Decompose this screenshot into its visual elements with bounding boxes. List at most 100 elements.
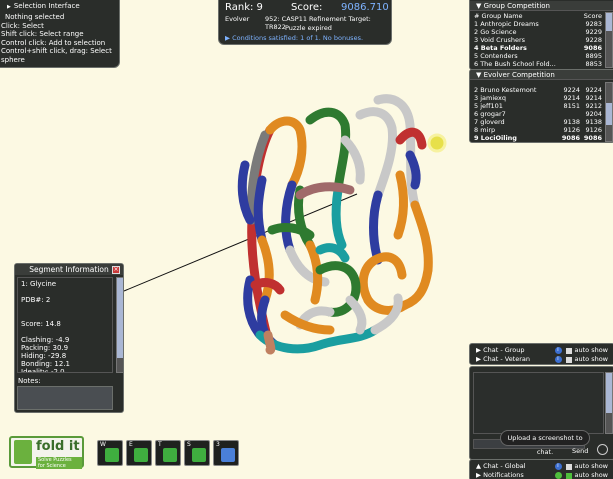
chat-scrollbar[interactable] [605, 372, 613, 434]
auto-show-label: auto show [574, 346, 609, 354]
group-score: 8853 [585, 60, 602, 68]
score-label: Score: [291, 2, 323, 13]
evolver-name: 8 mirp [474, 126, 496, 134]
shake-tool-button[interactable]: E [126, 440, 152, 466]
evolver-name: 6 grogar7 [474, 110, 506, 118]
tool-icon [163, 448, 177, 462]
tool-shortcut-key: T [158, 441, 162, 448]
group-competition-header[interactable]: ▼ Group Competition [470, 1, 613, 11]
evolver-row[interactable]: 9 LociOiling 9086 9086 [474, 134, 602, 142]
wiggle-tool-button[interactable]: W [97, 440, 123, 466]
group-row[interactable]: 3 Void Crushers 9228 [474, 36, 602, 44]
segment-info-line: Hiding: -29.8 [21, 352, 67, 360]
evolver-name: 2 Bruno Kestemont [474, 86, 537, 94]
segment-info-line [21, 288, 109, 296]
notifications-row[interactable]: ▶ Notifications auto show [476, 471, 608, 479]
info-icon[interactable]: i [554, 347, 562, 354]
info-icon[interactable]: i [554, 356, 562, 363]
segment-info-line: 1: Glycine [21, 280, 57, 288]
tool-icon [221, 448, 235, 462]
segment-info-line [21, 328, 109, 336]
scrollbar-thumb[interactable] [606, 13, 612, 31]
group-scrollbar[interactable] [605, 12, 613, 68]
notification-status-icon[interactable] [554, 472, 562, 479]
select-tool-button[interactable]: S [184, 440, 210, 466]
auto-show-checkbox[interactable] [565, 356, 572, 363]
group-name: 2 Go Science [474, 28, 517, 36]
evolver-scrollbar[interactable] [605, 82, 613, 142]
auto-show-label: auto show [574, 462, 609, 470]
info-icon[interactable]: i [554, 463, 562, 470]
scrollbar-thumb[interactable] [606, 373, 612, 413]
collapse-triangle-icon: ▼ [476, 71, 484, 79]
evolver-competition-header[interactable]: ▼ Evolver Competition [470, 70, 613, 80]
evolver-competition-panel: ▼ Evolver Competition 2 Bruno Kestemont 9… [469, 69, 613, 143]
conditions-status[interactable]: ▶ Conditions satisfied: 1 of 1. No bonus… [225, 34, 363, 42]
tweak-tool-button[interactable]: T [155, 440, 181, 466]
move-tool-button[interactable]: 3 [213, 440, 239, 466]
segment-info-line: Ideality: -2.0 [21, 368, 65, 373]
selection-interface-header[interactable]: ▶ Selection Interface [0, 0, 119, 11]
evolver-name: 9 LociOiling [474, 134, 517, 142]
notes-field[interactable] [17, 386, 113, 410]
group-competition-title: Group Competition [483, 2, 550, 10]
scrollbar-thumb[interactable] [606, 103, 612, 125]
scrollbar-thumb[interactable] [117, 278, 123, 358]
tool-shortcut-key: 3 [216, 441, 220, 448]
group-score: 9086 [583, 44, 602, 52]
chat-group-row[interactable]: ▶ Chat - Group i auto show [476, 346, 608, 355]
evolver-best-score: 9126 [585, 126, 602, 134]
close-icon[interactable]: × [112, 266, 120, 274]
evolver-row[interactable]: 3 jamiexq 9214 9214 [474, 94, 602, 102]
group-row[interactable]: 1 Anthropic Dreams 9283 [474, 20, 602, 28]
chat-global-row[interactable]: ▲ Chat - Global i auto show [476, 462, 608, 471]
group-name: 3 Void Crushers [474, 36, 526, 44]
camera-icon[interactable] [597, 444, 608, 455]
group-name: 4 Beta Folders [474, 44, 527, 52]
segment-info-line: Bonding: 12.1 [21, 360, 70, 368]
selection-line: sphere [1, 55, 25, 64]
logo-name: fold it [36, 439, 80, 454]
evolver-score: 9214 [563, 94, 580, 102]
upload-screenshot-tooltip: Upload a screenshot to chat. [500, 430, 590, 456]
foldit-logo[interactable]: fold it Solve Puzzles for Science [9, 436, 84, 469]
evolver-row[interactable]: 6 grogar7 9204 [474, 110, 602, 118]
tool-icon [192, 448, 206, 462]
group-row[interactable]: 6 The Bush School Fold... 8853 [474, 60, 602, 68]
selection-interface-title: Selection Interface [13, 2, 80, 10]
group-table-header: # Group Name Score [474, 12, 602, 20]
selection-sphere [427, 133, 447, 153]
segment-information-title: Segment Information [15, 264, 123, 275]
col-score: Score [583, 12, 602, 20]
auto-show-checkbox[interactable] [565, 472, 572, 479]
evolver-score [558, 110, 580, 118]
segment-details: 1: Glycine PDB#: 2 Score: 14.8 Clashing: -4… [17, 277, 113, 373]
auto-show-label: auto show [574, 355, 609, 363]
evolver-row[interactable]: 2 Bruno Kestemont 9224 9224 [474, 86, 602, 94]
group-row[interactable]: 5 Contenders 8895 [474, 52, 602, 60]
expand-triangle-icon: ▶ [476, 471, 484, 479]
group-score: 8895 [585, 52, 602, 60]
auto-show-checkbox[interactable] [565, 347, 572, 354]
send-button[interactable]: Send [572, 447, 588, 455]
evolver-best-score: 9214 [585, 94, 602, 102]
foldit-mark-icon [14, 440, 32, 464]
group-score: 9283 [585, 20, 602, 28]
evolver-row[interactable]: 5 jeff101 8151 9212 [474, 102, 602, 110]
evolver-score: 9086 [561, 134, 580, 142]
segment-info-line: PDB#: 2 [21, 296, 51, 304]
evolver-best-score: 9138 [585, 118, 602, 126]
auto-show-checkbox[interactable] [565, 463, 572, 470]
group-row[interactable]: 2 Go Science 9229 [474, 28, 602, 36]
chat-veteran-row[interactable]: ▶ Chat - Veteran i auto show [476, 355, 608, 364]
segment-scrollbar[interactable] [116, 277, 123, 373]
expand-triangle-icon: ▶ [476, 355, 484, 363]
group-score: 9229 [585, 28, 602, 36]
selection-line: Nothing selected [5, 13, 65, 21]
evolver-row[interactable]: 8 mirp 9126 9126 [474, 126, 602, 134]
chat-messages-area[interactable] [473, 372, 604, 434]
evolver-row[interactable]: 7 gloverd 9138 9138 [474, 118, 602, 126]
rank-label: Rank: 9 [225, 2, 263, 13]
group-row[interactable]: 4 Beta Folders 9086 [474, 44, 602, 52]
collapse-triangle-icon[interactable]: ▶ [7, 4, 11, 10]
